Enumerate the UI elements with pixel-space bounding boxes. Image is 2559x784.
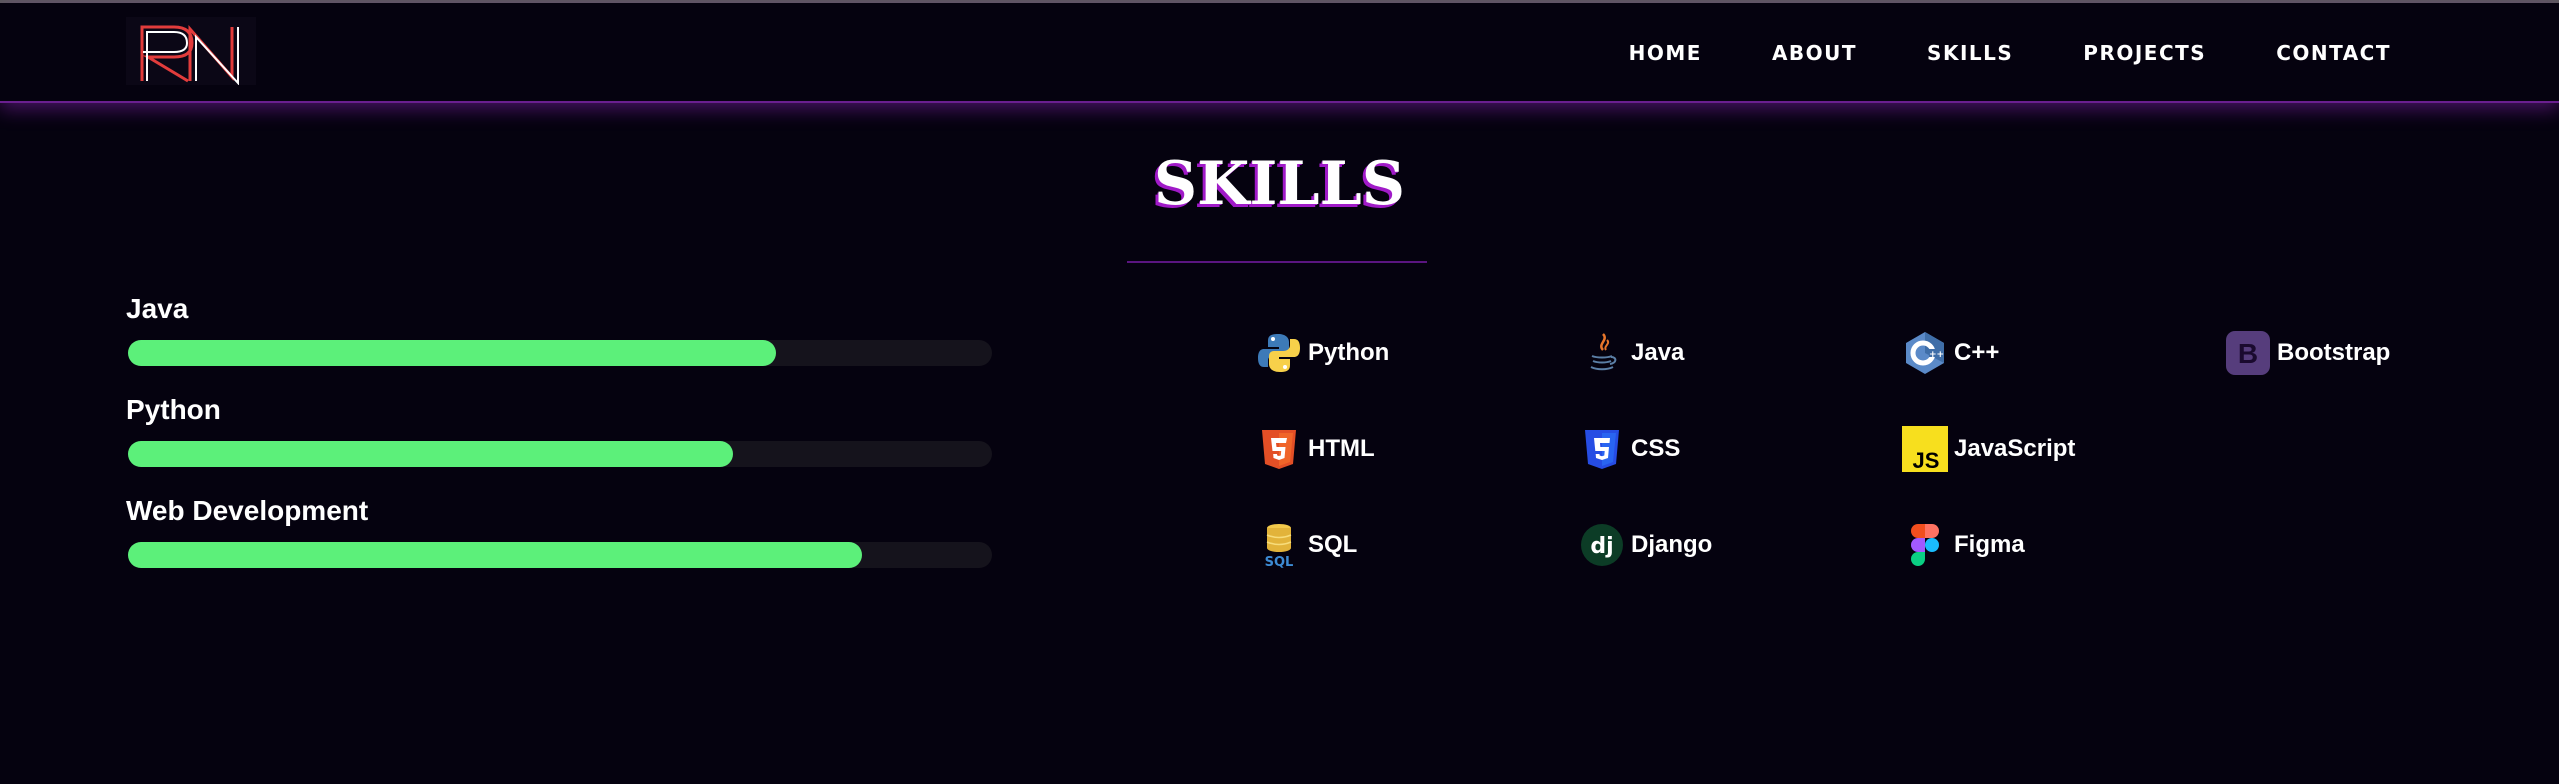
skill-bar-python: Python [126,394,992,495]
django-icon: dj [1579,522,1625,568]
tech-label: C++ [1954,339,2000,366]
skill-bar-java: Java [126,293,992,394]
svg-text:SQL: SQL [1265,555,1294,568]
tech-item-javascript: JS JavaScript [1902,424,2225,474]
logo[interactable] [126,17,256,86]
svg-text:B: B [2238,338,2258,369]
tech-label: Python [1308,339,1390,366]
skill-name: Web Development [126,495,369,526]
tech-label: Django [1631,531,1713,558]
tech-label: SQL [1308,531,1358,558]
nav-link-skills[interactable]: SKILLS [1927,41,2013,65]
figma-icon [1902,522,1948,568]
tech-item-css: CSS [1579,424,1902,474]
html5-icon [1256,426,1302,472]
tech-item-html: HTML [1256,424,1579,474]
progress-track [128,441,992,467]
svg-text:dj: dj [1590,534,1613,559]
tech-label: Figma [1954,531,2025,558]
tech-label: Bootstrap [2277,339,2391,366]
svg-text:++: ++ [1929,350,1944,360]
tech-grid-empty-cell [2225,424,2548,474]
cpp-icon: ++ [1902,330,1948,376]
nav-link-contact[interactable]: CONTACT [2276,41,2391,65]
tech-label: CSS [1631,435,1681,462]
css3-icon [1579,426,1625,472]
skill-bar-web-development: Web Development [126,495,992,596]
title-divider [1127,261,1427,263]
nav-link-home[interactable]: HOME [1629,41,1702,65]
skill-name: Python [126,394,221,425]
nav-link-about[interactable]: ABOUT [1772,41,1857,65]
python-icon [1256,330,1302,376]
tech-label: HTML [1308,435,1375,462]
svg-text:JS: JS [1913,448,1940,472]
section-title: SKILLS [1153,149,1406,219]
nav-link-projects[interactable]: PROJECTS [2083,41,2206,65]
tech-item-java: Java [1579,328,1902,378]
progress-fill [128,441,733,467]
progress-track [128,340,992,366]
tech-label: Java [1631,339,1685,366]
progress-track [128,542,992,568]
tech-item-python: Python [1256,328,1579,378]
page: HOME ABOUT SKILLS PROJECTS CONTACT SKILL… [0,0,2559,784]
nav-links: HOME ABOUT SKILLS PROJECTS CONTACT [1629,3,2391,103]
tech-item-sql: SQL SQL [1256,520,1579,570]
navbar: HOME ABOUT SKILLS PROJECTS CONTACT [0,3,2559,103]
tech-item-bootstrap: B Bootstrap [2225,328,2548,378]
tech-item-cpp: ++ C++ [1902,328,2225,378]
rn-logo-icon [140,25,239,86]
javascript-icon: JS [1902,426,1948,472]
skill-bars: Java Python Web Development [126,293,992,596]
progress-fill [128,340,776,366]
java-icon [1579,330,1625,376]
tech-item-django: dj Django [1579,520,1902,570]
technology-grid: Python Java ++ C++ B Bootstrap HTML CSS … [1256,328,2436,616]
tech-label: JavaScript [1954,435,2076,462]
progress-fill [128,542,863,568]
bootstrap-icon: B [2225,330,2271,376]
tech-item-figma: Figma [1902,520,2225,570]
skill-name: Java [126,293,189,324]
sql-icon: SQL [1256,522,1302,568]
